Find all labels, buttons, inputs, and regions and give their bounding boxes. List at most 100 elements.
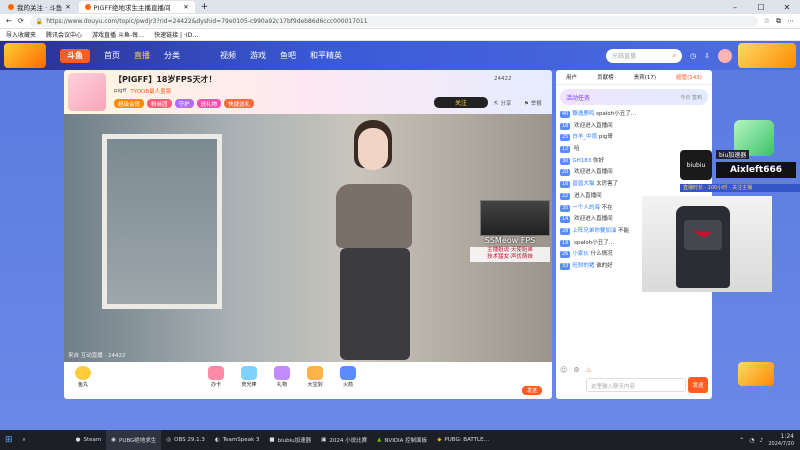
taskbar-app[interactable]: ◉ PUBG绝地求生: [106, 430, 162, 450]
network-icon[interactable]: ◔: [749, 437, 754, 444]
chat-tab-vip[interactable]: 贵宾(17): [634, 73, 656, 81]
avatar[interactable]: [718, 48, 732, 63]
badge-super-vip[interactable]: 超级会员: [114, 99, 145, 108]
badge-quick-gift[interactable]: 快捷送礼: [224, 99, 255, 108]
close-icon[interactable]: ✕: [65, 3, 70, 11]
download-icon[interactable]: ⇩: [704, 52, 710, 60]
banner-title: 活动任务: [566, 94, 591, 102]
share-button[interactable]: ⇱ 分享: [494, 99, 511, 107]
follow-button[interactable]: 关注: [434, 97, 488, 108]
taskbar-app[interactable]: ◆ PUBG: BATTLE…: [432, 430, 494, 450]
level-badge: 28: [560, 227, 571, 235]
nav-peace-elite[interactable]: 和平精英: [310, 50, 342, 61]
chat-send-button[interactable]: 发送: [688, 377, 708, 393]
taskbar-app[interactable]: ◎ OBS 29.1.3: [161, 430, 210, 450]
taskbar-app[interactable]: ▲ NVIDIA 控制面板: [372, 430, 432, 450]
nav-yuba[interactable]: 鱼吧: [280, 50, 296, 61]
taskbar-app[interactable]: ◐ TeamSpeak 3: [210, 430, 265, 450]
start-button[interactable]: ⊞: [0, 430, 18, 450]
maximize-icon[interactable]: ☐: [748, 0, 774, 14]
chat-text: 不在: [601, 204, 613, 211]
taskbar-search-icon[interactable]: ⌕: [18, 430, 31, 450]
gift-bar: 鱼丸 办卡 荧光棒 礼物 大宝剑 火箭 发送: [64, 362, 552, 399]
chat-user[interactable]: 小家伙: [572, 251, 589, 257]
tray-chevron-icon[interactable]: ⌃: [739, 437, 744, 444]
gift-item[interactable]: 大宝剑: [302, 366, 328, 388]
site-logo[interactable]: 斗鱼: [60, 48, 90, 63]
chat-user[interactable]: 一个人的海: [572, 205, 600, 211]
gift-item[interactable]: 鱼丸: [70, 366, 96, 388]
nav-video[interactable]: 视频: [220, 50, 236, 61]
nav-live[interactable]: 直播: [134, 50, 150, 61]
video-player[interactable]: SSMeow FPS 主播姐说·天使姐弟 技术猛女·声优萌妹 来自 互动直播 ·…: [64, 114, 552, 362]
gift-item[interactable]: 荧光棒: [236, 366, 262, 388]
fire-icon[interactable]: ♨: [586, 366, 592, 374]
gift-item[interactable]: 礼物: [269, 366, 295, 388]
bookmark-item[interactable]: 腾讯会议中心: [46, 30, 82, 39]
chat-tab-users[interactable]: 用户: [566, 73, 577, 81]
clock[interactable]: 1:24 2024/7/20: [768, 433, 794, 446]
refresh-icon[interactable]: ⟳: [18, 17, 24, 25]
bookmark-item[interactable]: 游戏直播 斗鱼-每…: [92, 30, 144, 39]
browser-tab[interactable]: 我的关注 · 斗鱼 ✕: [2, 1, 77, 13]
nav-games[interactable]: 游戏: [250, 50, 266, 61]
chat-user[interactable]: 上阵兄弟你要加油: [572, 228, 616, 234]
gift-label: 大宝剑: [307, 382, 323, 388]
chat-user[interactable]: 旺财的猪: [572, 263, 594, 269]
report-button[interactable]: ⚑ 举报: [524, 99, 542, 107]
chat-input-placeholder: 这里输入聊天内容: [591, 384, 636, 390]
chat-user[interactable]: GH183: [572, 158, 591, 164]
site-promo-badge[interactable]: [4, 43, 46, 68]
gift-icon: [340, 366, 356, 380]
search-placeholder: 光临直播: [612, 53, 637, 60]
search-icon[interactable]: ⌕: [673, 52, 676, 60]
chat-user[interactable]: 白羊_中雨: [572, 134, 597, 140]
bookmark-item[interactable]: 快速链接 | ·ID…: [154, 30, 198, 39]
back-icon[interactable]: ←: [6, 17, 12, 25]
settings-icon[interactable]: ⚙: [573, 366, 579, 374]
badge-gift[interactable]: 送礼物: [196, 99, 222, 108]
extensions-icon[interactable]: ⧉: [776, 17, 781, 26]
share-icon: ⇱: [494, 101, 499, 107]
right-promo-badge[interactable]: [738, 43, 796, 68]
url-field[interactable]: 🔒 https://www.douyu.com/topic/pwdjr3?rid…: [29, 15, 758, 27]
history-icon[interactable]: ◷: [690, 52, 696, 60]
site-search-input[interactable]: 光临直播 ⌕: [606, 48, 683, 63]
taskbar-app[interactable]: ▣ 2024 小说比赛: [316, 430, 372, 450]
pip-overlay[interactable]: [480, 200, 550, 236]
chat-user[interactable]: 飘逸鹿鸣: [572, 111, 594, 117]
emoji-icon[interactable]: ☺: [560, 366, 567, 374]
chat-input[interactable]: 这里输入聊天内容: [586, 378, 686, 392]
room-id: 24422: [494, 76, 512, 82]
gift-item[interactable]: 火箭: [335, 366, 361, 388]
webcam-overlay: [642, 196, 772, 292]
taskbar-app[interactable]: ● Steam: [71, 430, 107, 450]
streamer-name[interactable]: pigff: [114, 88, 126, 94]
close-icon[interactable]: ✕: [183, 3, 188, 11]
chat-tab-rank[interactable]: 贡献榜: [597, 73, 614, 81]
badge-guard[interactable]: 守护: [174, 99, 194, 108]
gift-item[interactable]: 办卡: [203, 366, 229, 388]
menu-icon[interactable]: ⋯: [787, 17, 794, 25]
taskbar-app[interactable]: ■ biubiu加速器: [264, 430, 316, 450]
gift-icon: [241, 366, 257, 380]
streamer-avatar[interactable]: [68, 73, 106, 111]
overlay-brand: biubiu: [686, 161, 706, 169]
new-tab-icon[interactable]: +: [201, 2, 209, 12]
volume-icon[interactable]: ♪: [760, 437, 764, 444]
clock-date: 2024/7/20: [768, 440, 794, 447]
badge-fans[interactable]: 粉丝团: [147, 99, 172, 108]
browser-tab-active[interactable]: PIGFF绝地求生主播直播间 ✕: [78, 1, 195, 13]
close-window-icon[interactable]: ✕: [774, 0, 800, 14]
chat-user[interactable]: 兽兽大猫: [572, 181, 594, 187]
level-badge: 33: [560, 262, 571, 270]
minimize-icon[interactable]: –: [722, 0, 748, 14]
chat-tab-admin[interactable]: 超管(143): [676, 73, 702, 81]
nav-category[interactable]: 分类: [164, 50, 180, 61]
chat-activity-banner[interactable]: 活动任务 今日 签到: [560, 89, 708, 105]
taskbar-app-label: 2024 小说比赛: [329, 438, 368, 444]
star-icon[interactable]: ☆: [764, 17, 770, 25]
gift-send-button[interactable]: 发送: [522, 386, 542, 395]
nav-home[interactable]: 首页: [104, 50, 120, 61]
bookmark-item[interactable]: 导入收藏夹: [6, 30, 36, 39]
